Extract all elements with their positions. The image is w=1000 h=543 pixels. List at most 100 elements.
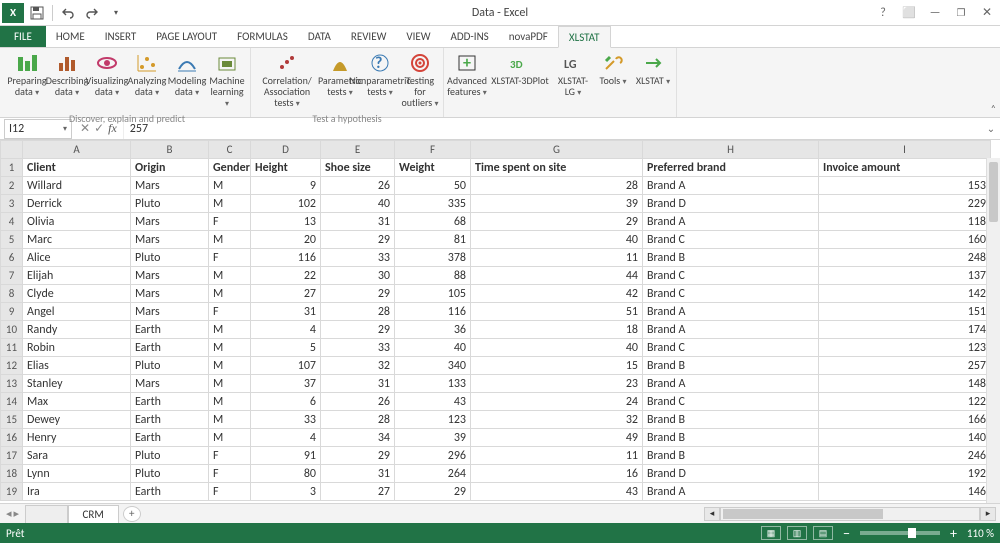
cell[interactable]: 137 [819,267,991,285]
cell[interactable]: 29 [395,483,471,501]
cell[interactable]: M [209,357,251,375]
cell[interactable]: M [209,339,251,357]
cell[interactable]: M [209,285,251,303]
cell[interactable]: Brand B [643,447,819,465]
cell[interactable]: 229 [819,195,991,213]
cell[interactable]: 123 [819,339,991,357]
name-box[interactable]: I12 ▾ [4,119,72,139]
col-header-H[interactable]: H [643,141,819,159]
row-header-9[interactable]: 9 [1,303,23,321]
cell[interactable]: 31 [251,303,321,321]
view-page-break-icon[interactable]: ▤ [813,526,833,540]
col-header-I[interactable]: I [819,141,991,159]
cell[interactable]: 51 [471,303,643,321]
col-header-E[interactable]: E [321,141,395,159]
cell[interactable]: 29 [471,213,643,231]
row-header-2[interactable]: 2 [1,177,23,195]
visualizing-data-button[interactable]: Visualizing data ▾ [88,50,126,110]
cell[interactable]: Mars [131,177,209,195]
row-header-17[interactable]: 17 [1,447,23,465]
cell[interactable]: 39 [395,429,471,447]
horizontal-scrollbar[interactable]: ◂ ▸ [704,507,996,521]
cell[interactable]: 50 [395,177,471,195]
cell[interactable]: Pluto [131,465,209,483]
cell[interactable]: 40 [395,339,471,357]
row-header-13[interactable]: 13 [1,375,23,393]
zoom-in-button[interactable]: + [946,525,961,542]
cell[interactable]: 192 [819,465,991,483]
cell[interactable]: Brand A [643,303,819,321]
row-header-16[interactable]: 16 [1,429,23,447]
expand-formula-bar-icon[interactable]: ⌄ [982,122,1000,135]
cell[interactable]: Client [23,159,131,177]
cell[interactable]: Height [251,159,321,177]
xlstat-button[interactable]: XLSTAT ▾ [634,50,672,99]
cell[interactable]: F [209,447,251,465]
xlstat-3dplot-button[interactable]: 3DXLSTAT-3DPlot [488,50,552,99]
cell[interactable]: 6 [251,393,321,411]
cell[interactable]: Pluto [131,357,209,375]
view-page-layout-icon[interactable]: ▥ [787,526,807,540]
cell[interactable]: 22 [251,267,321,285]
tab-formulas[interactable]: FORMULAS [227,26,298,47]
cell[interactable]: Brand C [643,231,819,249]
cell[interactable]: 9 [251,177,321,195]
cell[interactable]: 44 [471,267,643,285]
row-header-10[interactable]: 10 [1,321,23,339]
zoom-out-button[interactable]: − [839,525,854,542]
cell[interactable]: Brand B [643,249,819,267]
chevron-down-icon[interactable]: ▾ [63,124,67,134]
cell[interactable]: M [209,231,251,249]
scroll-right-icon[interactable]: ▸ [980,507,996,521]
cell[interactable]: Elias [23,357,131,375]
qat-redo-icon[interactable] [81,3,103,23]
qat-undo-icon[interactable] [57,3,79,23]
tab-review[interactable]: REVIEW [341,26,397,47]
cell[interactable]: F [209,465,251,483]
cell[interactable]: Mars [131,375,209,393]
cell[interactable]: 81 [395,231,471,249]
cell[interactable]: 28 [321,303,395,321]
cell[interactable]: Henry [23,429,131,447]
cell[interactable]: Brand C [643,285,819,303]
cell[interactable]: Mars [131,231,209,249]
row-header-18[interactable]: 18 [1,465,23,483]
cell[interactable]: 36 [395,321,471,339]
cell[interactable]: 264 [395,465,471,483]
cell[interactable]: Randy [23,321,131,339]
modeling-data-button[interactable]: Modeling data ▾ [168,50,206,110]
cell[interactable]: M [209,411,251,429]
cell[interactable]: M [209,195,251,213]
cell[interactable]: 122 [819,393,991,411]
cell[interactable]: Dewey [23,411,131,429]
cell[interactable]: Brand A [643,321,819,339]
cell[interactable]: 142 [819,285,991,303]
cell[interactable]: Earth [131,411,209,429]
cell[interactable]: Brand B [643,429,819,447]
cell[interactable]: Mars [131,303,209,321]
cell[interactable]: F [209,303,251,321]
cell[interactable]: 42 [471,285,643,303]
cell[interactable]: 335 [395,195,471,213]
cell[interactable]: F [209,483,251,501]
cell[interactable]: 11 [471,249,643,267]
cell[interactable]: Preferred brand [643,159,819,177]
sheet-nav-last-icon[interactable]: ▸ [14,507,20,520]
row-header-7[interactable]: 7 [1,267,23,285]
cell[interactable]: 29 [321,321,395,339]
cell[interactable]: Olivia [23,213,131,231]
cell[interactable]: Brand C [643,393,819,411]
cell[interactable]: Lynn [23,465,131,483]
formula-input[interactable]: 257 [123,118,982,139]
cell[interactable]: 33 [251,411,321,429]
cell[interactable]: 146 [819,483,991,501]
cell[interactable]: Earth [131,483,209,501]
cell[interactable]: F [209,213,251,231]
col-header-B[interactable]: B [131,141,209,159]
cell[interactable]: M [209,375,251,393]
cell[interactable]: 29 [321,447,395,465]
cell[interactable]: Elijah [23,267,131,285]
cell[interactable]: F [209,249,251,267]
qat-save-icon[interactable] [26,3,48,23]
minimize-icon[interactable]: — [922,0,948,26]
